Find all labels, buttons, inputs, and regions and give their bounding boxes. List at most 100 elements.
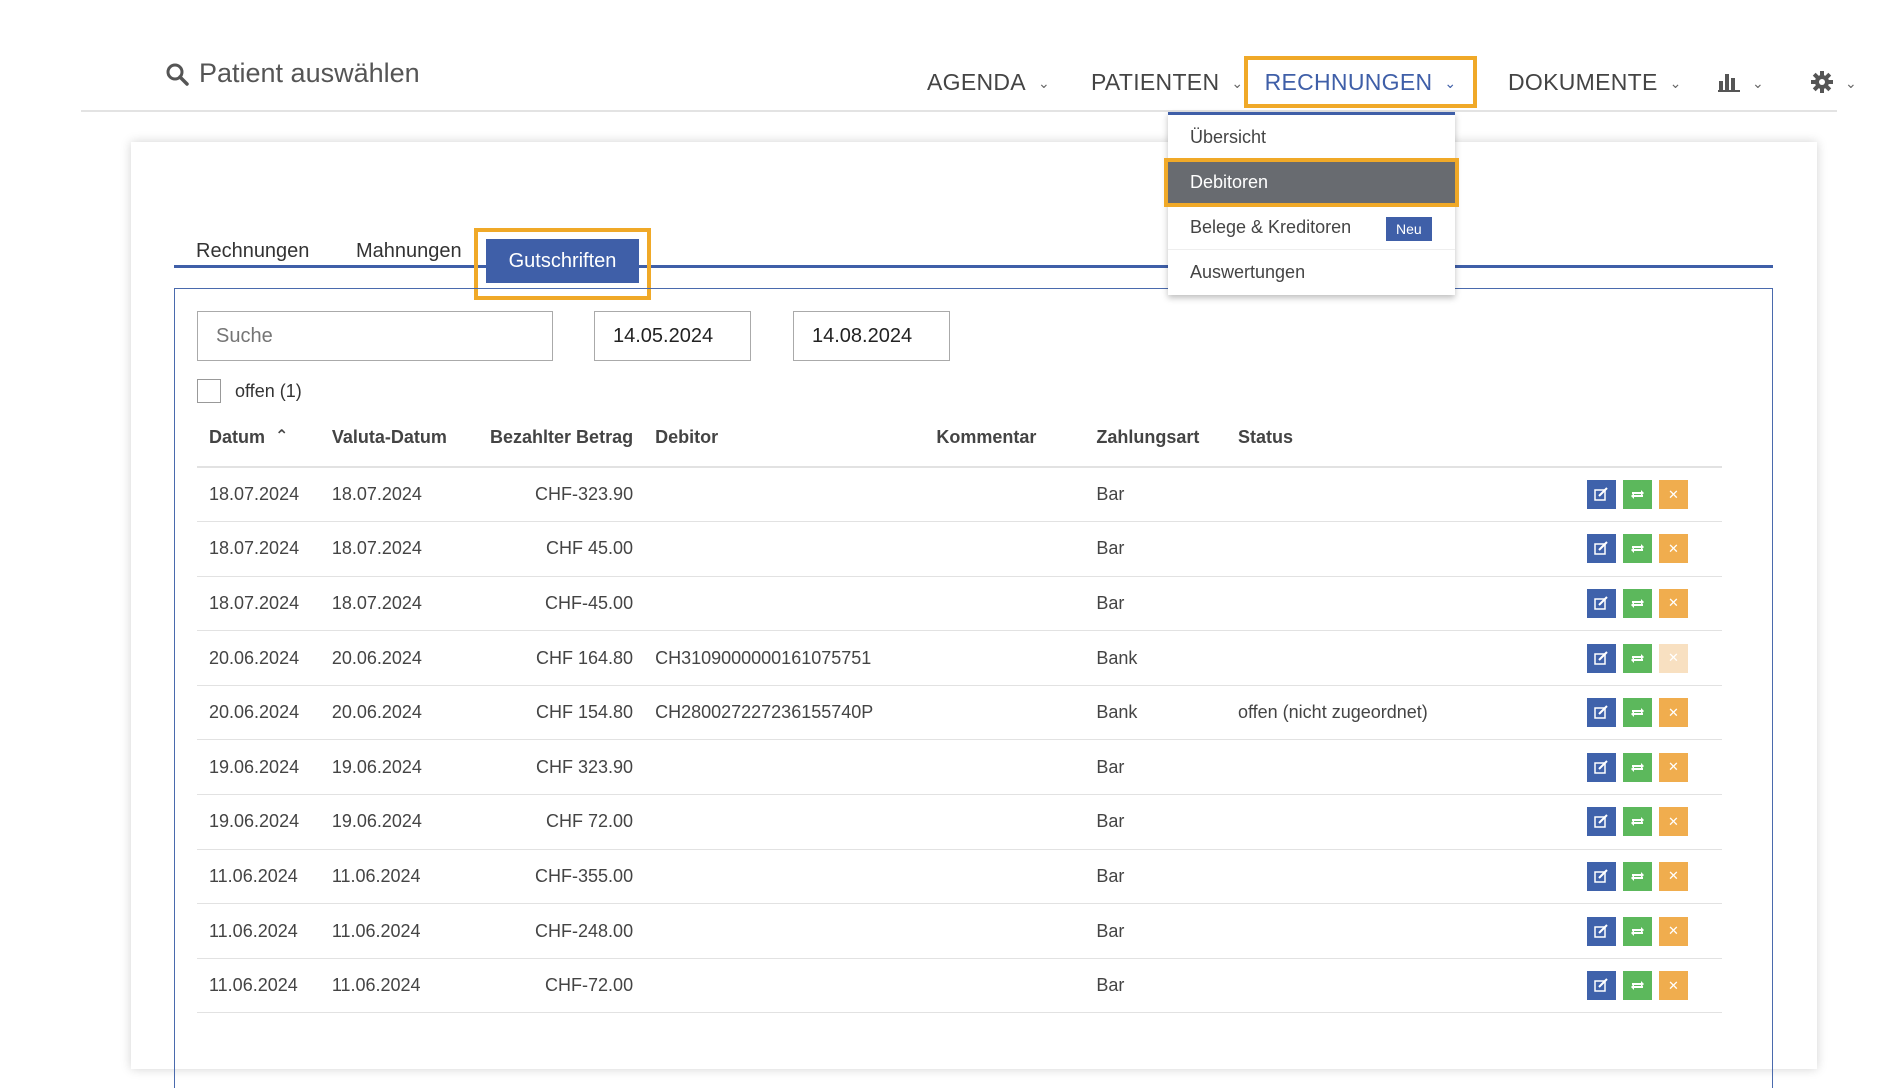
nav-statistics[interactable]: ⌄ [1718, 56, 1764, 108]
column-kommentar[interactable]: Kommentar [873, 409, 1037, 468]
cell-kommentar [873, 849, 1037, 905]
table-row[interactable]: 20.06.2024 20.06.2024 CHF 154.80 CH28002722… [197, 685, 1722, 741]
cell-status [1205, 467, 1450, 523]
edit-button[interactable] [1587, 807, 1616, 837]
edit-icon [1594, 487, 1608, 501]
column-zahlungsart[interactable]: Zahlungsart [1036, 409, 1206, 468]
cell-zahlungsart: Bar [1036, 903, 1206, 959]
gutschriften-table: Datum ⌃ Valuta-Datum Bezahlter Betrag Deb… [197, 409, 1722, 1014]
nav-rechnungen[interactable]: RECHNUNGEN ⌄ [1244, 56, 1477, 108]
menu-item-uebersicht[interactable]: Übersicht [1168, 115, 1455, 160]
edit-icon [1594, 978, 1608, 992]
repeat-button[interactable] [1623, 916, 1652, 946]
edit-button[interactable] [1587, 698, 1616, 728]
repeat-button[interactable] [1623, 752, 1652, 782]
delete-button[interactable]: ✕ [1659, 752, 1688, 782]
delete-icon: ✕ [1668, 595, 1679, 611]
delete-button[interactable]: ✕ [1659, 643, 1688, 673]
delete-button[interactable]: ✕ [1659, 698, 1688, 728]
nav-patienten[interactable]: PATIENTEN ⌄ [1091, 56, 1243, 108]
table-row[interactable]: 11.06.2024 11.06.2024 CHF-355.00 Bar ✕ [197, 849, 1722, 905]
delete-icon: ✕ [1668, 650, 1679, 666]
delete-button[interactable]: ✕ [1659, 807, 1688, 837]
date-to-field[interactable]: 14.08.2024 [793, 311, 950, 361]
cell-zahlungsart: Bank [1036, 630, 1206, 686]
repeat-icon [1631, 653, 1644, 663]
cell-valuta-datum: 11.06.2024 [319, 849, 479, 905]
menu-item-auswertungen[interactable]: Auswertungen [1168, 250, 1455, 295]
open-checkbox[interactable] [197, 379, 221, 403]
repeat-button[interactable] [1623, 643, 1652, 673]
repeat-button[interactable] [1623, 807, 1652, 837]
bar-chart-icon [1718, 74, 1740, 92]
search-input[interactable] [197, 311, 553, 361]
column-bezahlter-betrag[interactable]: Bezahlter Betrag [478, 409, 644, 468]
edit-button[interactable] [1587, 861, 1616, 891]
table-row[interactable]: 18.07.2024 18.07.2024 CHF-323.90 Bar ✕ [197, 467, 1722, 523]
edit-button[interactable] [1587, 752, 1616, 782]
menu-item-belege-kreditoren[interactable]: Belege & Kreditoren Neu [1168, 205, 1455, 250]
row-actions: ✕ [1449, 630, 1722, 686]
delete-button[interactable]: ✕ [1659, 588, 1688, 618]
menu-item-highlight [1164, 158, 1459, 207]
column-debitor[interactable]: Debitor [643, 409, 874, 468]
edit-button[interactable] [1587, 480, 1616, 510]
cell-status [1205, 849, 1450, 905]
cell-status [1205, 958, 1450, 1014]
delete-button[interactable]: ✕ [1659, 534, 1688, 564]
cell-zahlungsart: Bar [1036, 467, 1206, 523]
column-datum[interactable]: Datum ⌃ [197, 409, 320, 468]
tab-mahnungen[interactable]: Mahnungen [356, 240, 462, 263]
column-valuta-datum[interactable]: Valuta-Datum [319, 409, 479, 468]
delete-button[interactable]: ✕ [1659, 971, 1688, 1001]
delete-icon: ✕ [1668, 977, 1679, 993]
edit-button[interactable] [1587, 916, 1616, 946]
cell-debitor [643, 576, 874, 632]
edit-button[interactable] [1587, 534, 1616, 564]
nav-dokumente[interactable]: DOKUMENTE ⌄ [1508, 56, 1682, 108]
repeat-button[interactable] [1623, 588, 1652, 618]
nav-settings[interactable]: ⌄ [1811, 56, 1857, 108]
date-from-field[interactable]: 14.05.2024 [594, 311, 751, 361]
table-row[interactable]: 19.06.2024 19.06.2024 CHF 323.90 Bar ✕ [197, 739, 1722, 796]
column-status[interactable]: Status [1205, 409, 1450, 468]
cell-valuta-datum: 18.07.2024 [319, 576, 479, 632]
table-row[interactable]: 11.06.2024 11.06.2024 CHF-248.00 Bar ✕ [197, 903, 1722, 959]
table-row[interactable]: 18.07.2024 18.07.2024 CHF-45.00 Bar ✕ [197, 576, 1722, 632]
delete-button[interactable]: ✕ [1659, 861, 1688, 891]
delete-button[interactable]: ✕ [1659, 916, 1688, 946]
repeat-button[interactable] [1623, 698, 1652, 728]
cell-zahlungsart: Bar [1036, 958, 1206, 1014]
nav-agenda[interactable]: AGENDA ⌄ [927, 56, 1050, 108]
cell-bezahlter-betrag: CHF-323.90 [478, 467, 644, 523]
cell-status [1205, 576, 1450, 632]
chevron-down-icon: ⌄ [1444, 74, 1457, 91]
repeat-button[interactable] [1623, 971, 1652, 1001]
tab-rechnungen[interactable]: Rechnungen [196, 240, 309, 263]
cell-status [1205, 630, 1450, 686]
cell-kommentar [873, 685, 1037, 741]
cell-debitor [643, 739, 874, 796]
edit-button[interactable] [1587, 643, 1616, 673]
cell-debitor [643, 903, 874, 959]
table-row[interactable]: 18.07.2024 18.07.2024 CHF 45.00 Bar ✕ [197, 521, 1722, 577]
repeat-icon [1631, 926, 1644, 936]
tab-gutschriften[interactable]: Gutschriften [486, 239, 639, 283]
open-filter: offen (1) [197, 379, 302, 403]
table-row[interactable]: 19.06.2024 19.06.2024 CHF 72.00 Bar ✕ [197, 794, 1722, 850]
table-row[interactable]: 11.06.2024 11.06.2024 CHF-72.00 Bar ✕ [197, 958, 1722, 1014]
table-row[interactable]: 20.06.2024 20.06.2024 CHF 164.80 CH31090000… [197, 630, 1722, 686]
delete-icon: ✕ [1668, 868, 1679, 884]
delete-button[interactable]: ✕ [1659, 480, 1688, 510]
edit-icon [1594, 541, 1608, 556]
repeat-button[interactable] [1623, 861, 1652, 891]
repeat-button[interactable] [1623, 480, 1652, 510]
delete-icon: ✕ [1668, 704, 1679, 720]
repeat-button[interactable] [1623, 534, 1652, 564]
edit-button[interactable] [1587, 588, 1616, 618]
edit-icon [1594, 760, 1608, 774]
row-actions: ✕ [1449, 685, 1722, 741]
cell-kommentar [873, 521, 1037, 577]
edit-button[interactable] [1587, 971, 1616, 1001]
patient-search[interactable]: Patient auswählen [165, 58, 420, 89]
